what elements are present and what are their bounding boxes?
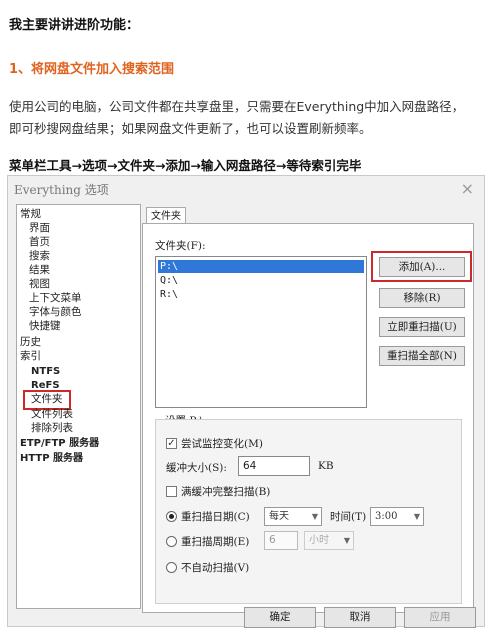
settings-group: ✓ 尝试监控变化(M) 缓冲大小(S): 64 KB 满缓冲完整扫描(B) 重扫… <box>155 419 462 604</box>
tree-item-home[interactable]: 首页 <box>29 236 50 249</box>
rescan-period-radio[interactable] <box>166 536 177 547</box>
list-item[interactable]: R:\ <box>158 288 364 301</box>
paragraph-line-1: 使用公司的电脑，公司文件都在共享盘里，只需要在Everything中加入网盘路径… <box>9 99 465 114</box>
list-item[interactable]: P:\ <box>158 260 364 273</box>
chevron-down-icon: ▼ <box>311 512 318 521</box>
paragraph-line-2: 即可秒搜网盘结果；如果网盘文件更新了，也可以设置刷新频率。 <box>9 121 372 136</box>
list-item[interactable]: Q:\ <box>158 274 364 287</box>
section-title: 1、将网盘文件加入搜索范围 <box>9 62 175 77</box>
rescan-all-button[interactable]: 重扫描全部(N) <box>379 346 465 366</box>
tree-item-general[interactable]: 常规 <box>20 208 41 221</box>
tree-item-font-color[interactable]: 字体与颜色 <box>29 306 82 319</box>
daily-select[interactable]: 每天 ▼ <box>264 507 322 526</box>
doc-heading: 我主要讲讲进阶功能： <box>9 18 140 33</box>
tree-item-hotkeys[interactable]: 快捷键 <box>29 320 61 333</box>
buffer-label: 缓冲大小(S): <box>166 462 227 474</box>
monitor-checkbox[interactable]: ✓ <box>166 438 177 449</box>
monitor-label: 尝试监控变化(M) <box>181 438 263 450</box>
rescan-now-button[interactable]: 立即重扫描(U) <box>379 317 465 337</box>
tree-item-search[interactable]: 搜索 <box>29 250 50 263</box>
full-rescan-checkbox[interactable] <box>166 486 177 497</box>
daily-value: 每天 <box>269 511 289 522</box>
apply-button[interactable]: 应用 <box>404 607 476 628</box>
no-auto-radio[interactable] <box>166 562 177 573</box>
add-button[interactable]: 添加(A)... <box>379 257 465 277</box>
folders-list[interactable]: P:\ Q:\ R:\ <box>155 256 367 408</box>
options-dialog: Everything 选项 × 常规 界面 首页 搜索 结果 视图 上下文菜单 … <box>7 175 485 628</box>
tree-item-ui[interactable]: 界面 <box>29 222 50 235</box>
period-unit-select[interactable]: 小时 ▼ <box>304 531 354 550</box>
period-input[interactable]: 6 <box>264 531 298 550</box>
close-icon[interactable]: × <box>461 179 474 198</box>
tree-highlight-box <box>23 390 71 410</box>
time-select[interactable]: 3:00 ▼ <box>370 507 424 526</box>
steps-instruction: 菜单栏工具→选项→文件夹→添加→输入网盘路径→等待索引完毕 <box>9 158 362 173</box>
tree-item-ftp[interactable]: ETP/FTP 服务器 <box>20 437 99 450</box>
cancel-button[interactable]: 取消 <box>324 607 396 628</box>
tree-item-history[interactable]: 历史 <box>20 336 41 349</box>
time-value: 3:00 <box>375 511 398 522</box>
dialog-title: Everything 选项 <box>14 183 109 197</box>
time-label: 时间(T) <box>330 511 367 523</box>
tree-item-index[interactable]: 索引 <box>20 350 41 363</box>
rescan-daily-label: 重扫描日期(C) <box>181 511 250 523</box>
tree-item-results[interactable]: 结果 <box>29 264 50 277</box>
period-unit-value: 小时 <box>309 535 329 546</box>
remove-button[interactable]: 移除(R) <box>379 288 465 308</box>
rescan-period-label: 重扫描周期(E) <box>181 536 250 548</box>
chevron-down-icon: ▼ <box>413 512 420 521</box>
chevron-down-icon: ▼ <box>343 536 350 545</box>
tree-item-view[interactable]: 视图 <box>29 278 50 291</box>
folders-label: 文件夹(F): <box>155 240 206 252</box>
no-auto-label: 不自动扫描(V) <box>181 562 250 574</box>
full-rescan-label: 满缓冲完整扫描(B) <box>181 486 271 498</box>
tree-item-ntfs[interactable]: NTFS <box>31 365 60 378</box>
folders-panel: 文件夹(F): P:\ Q:\ R:\ 添加(A)... 移除(R) 立即重扫描… <box>142 223 474 613</box>
tree-item-exclude[interactable]: 排除列表 <box>31 422 73 435</box>
buffer-size-input[interactable]: 64 <box>238 456 310 476</box>
rescan-daily-radio[interactable] <box>166 511 177 522</box>
ok-button[interactable]: 确定 <box>244 607 316 628</box>
tree-item-file-lists[interactable]: 文件列表 <box>31 408 73 421</box>
tree-item-context-menu[interactable]: 上下文菜单 <box>29 292 82 305</box>
buffer-unit: KB <box>318 460 334 472</box>
tree-item-http[interactable]: HTTP 服务器 <box>20 452 83 465</box>
options-tree: 常规 界面 首页 搜索 结果 视图 上下文菜单 字体与颜色 快捷键 历史 索引 … <box>16 204 141 609</box>
